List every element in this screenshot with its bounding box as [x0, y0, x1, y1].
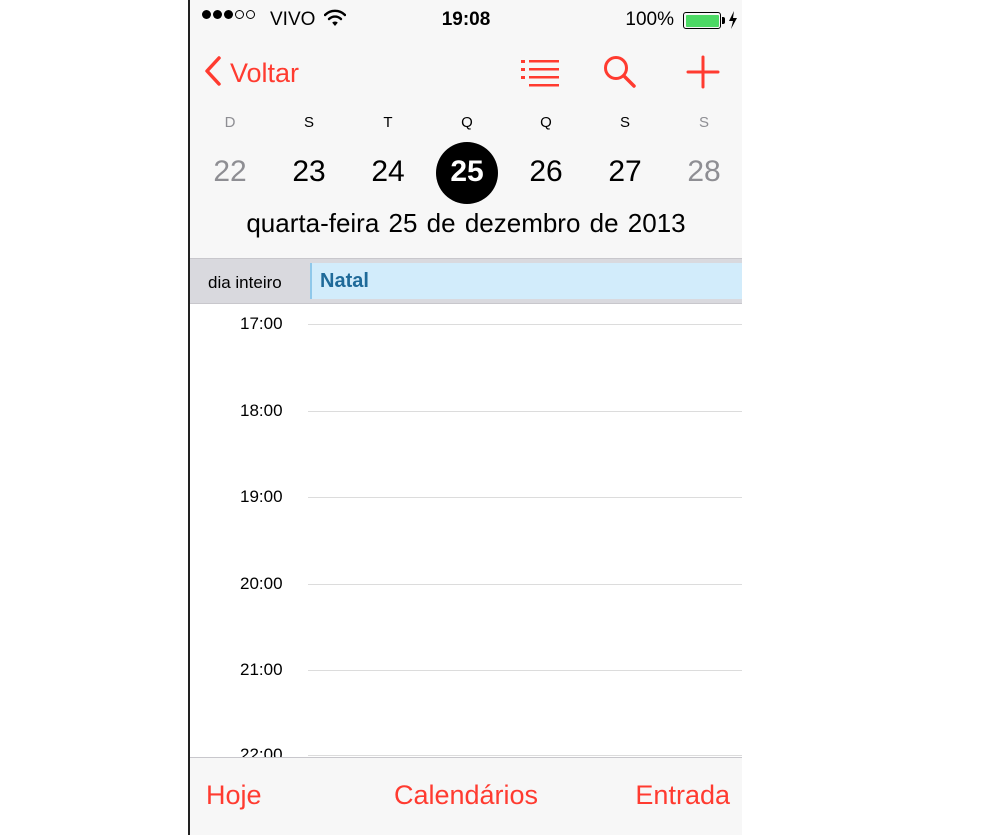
hour-label: 19:00	[240, 487, 283, 506]
date-cell[interactable]: 28	[673, 142, 735, 204]
weekday-label: S	[619, 114, 630, 131]
hour-label: 21:00	[240, 660, 283, 679]
charging-bolt-icon	[728, 11, 738, 35]
date-cell[interactable]: 22	[199, 142, 261, 204]
back-button[interactable]: Voltar	[204, 55, 299, 92]
hour-divider	[308, 497, 742, 498]
hour-row: 21:00	[190, 660, 742, 680]
hour-label: 18:00	[240, 401, 283, 420]
battery-tip	[722, 17, 725, 24]
hour-label: 20:00	[240, 574, 283, 593]
date-cell[interactable]: 26	[515, 142, 577, 204]
weekday-label: T	[383, 114, 393, 131]
search-icon[interactable]	[602, 55, 638, 94]
hour-row: 17:00	[190, 314, 742, 334]
all-day-label: dia inteiro	[208, 273, 282, 292]
hour-row: 22:00	[190, 745, 742, 757]
date-cell[interactable]: 23	[278, 142, 340, 204]
hour-row: 19:00	[190, 487, 742, 507]
calendar-screen: VIVO 19:08 100% Voltar D S T Q Q S S 22 …	[188, 0, 742, 835]
back-button-label: Voltar	[230, 58, 300, 88]
list-icon[interactable]	[520, 55, 560, 92]
event-title: Natal	[320, 270, 369, 292]
weekday-label: S	[698, 114, 709, 131]
hour-row: 18:00	[190, 401, 742, 421]
hour-label: 22:00	[240, 745, 283, 757]
weekday-header: D S T Q Q S S	[190, 114, 742, 136]
hour-divider	[308, 411, 742, 412]
add-icon[interactable]	[686, 55, 720, 94]
week-strip: 22 23 24 25 26 27 28	[190, 142, 742, 204]
inbox-button[interactable]: Entrada	[635, 780, 730, 811]
hour-row: 20:00	[190, 574, 742, 594]
hour-divider	[308, 584, 742, 585]
date-cell[interactable]: 27	[594, 142, 656, 204]
all-day-event[interactable]: Natal	[310, 263, 742, 299]
all-day-row: dia inteiro Natal	[190, 258, 742, 304]
day-timeline[interactable]: 17:00 18:00 19:00 20:00 21:00 22:00	[190, 304, 742, 757]
weekday-label: D	[224, 114, 236, 131]
hour-divider	[308, 755, 742, 756]
weekday-label: Q	[461, 114, 473, 131]
hour-divider	[308, 670, 742, 671]
date-cell[interactable]: 24	[357, 142, 419, 204]
today-button[interactable]: Hoje	[206, 780, 262, 811]
hour-label: 17:00	[240, 314, 283, 333]
hour-divider	[308, 324, 742, 325]
navigation-bar: Voltar	[190, 45, 742, 105]
weekday-label: Q	[540, 114, 552, 131]
chevron-left-icon	[204, 55, 222, 92]
weekday-label: S	[303, 114, 314, 131]
selected-day-title: quarta-feira 25 de dezembro de 2013	[246, 208, 686, 238]
battery-percentage: 100%	[625, 9, 674, 30]
status-bar: VIVO 19:08 100%	[190, 0, 742, 40]
calendars-button-label[interactable]: Calendários	[394, 780, 538, 810]
bottom-toolbar: Hoje Calendários Entrada	[190, 757, 742, 835]
battery-icon	[683, 12, 721, 29]
selected-date-cell[interactable]: 25	[436, 142, 498, 204]
